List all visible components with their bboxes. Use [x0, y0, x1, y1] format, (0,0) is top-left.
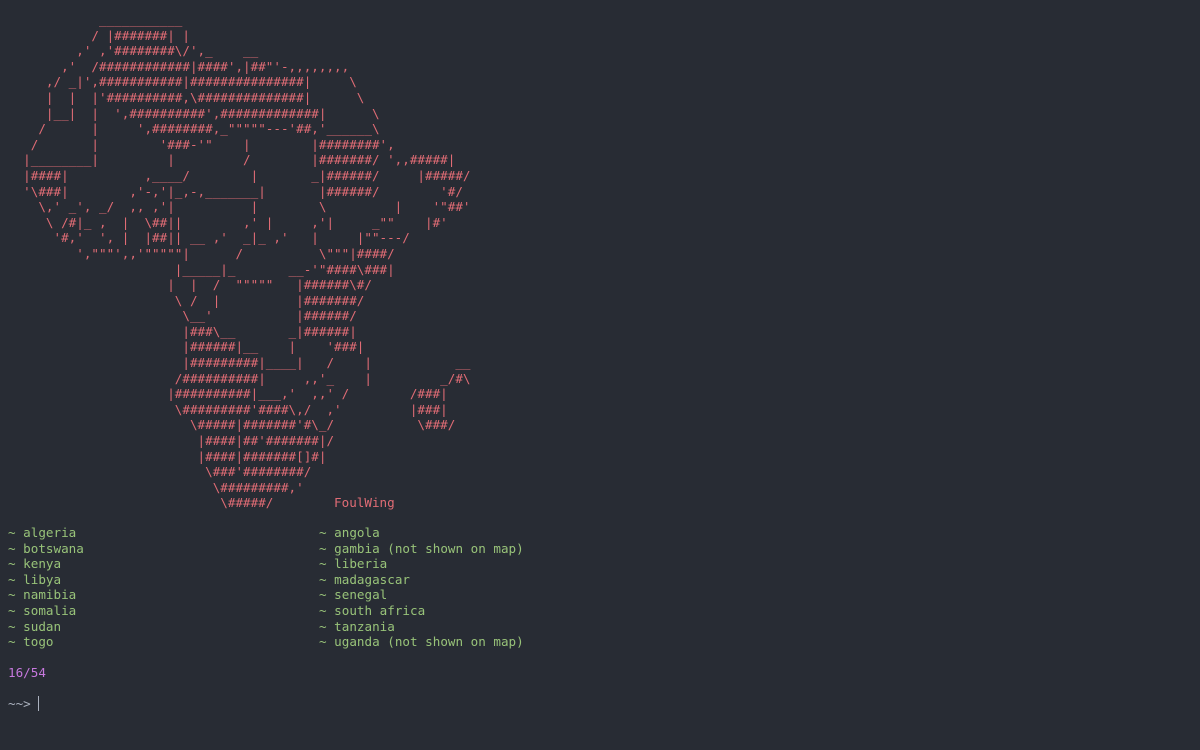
- country-entry: ~ sudan: [8, 618, 62, 634]
- country-entry: ~ botswana: [8, 540, 84, 556]
- country-entry: ~ tanzania: [319, 618, 395, 634]
- country-entry: ~ kenya: [8, 556, 62, 572]
- africa-ascii-map: ___________ / |#######| | ,' ,'########\…: [23, 12, 471, 511]
- country-entry: ~ angola: [319, 525, 380, 540]
- prompt-symbol: ~~>: [8, 696, 31, 711]
- country-entry: ~ uganda (not shown on map): [319, 634, 524, 650]
- country-entry: ~ somalia: [8, 602, 77, 618]
- country-entry: ~ liberia: [319, 556, 388, 572]
- country-entry: ~ libya: [8, 571, 62, 587]
- guessed-countries-list: ~ algeria ~ angola ~ botswana ~ gambia (…: [8, 525, 639, 650]
- country-entry: ~ namibia: [8, 587, 77, 603]
- country-entry: ~ algeria: [8, 525, 77, 540]
- country-entry: ~ south africa: [319, 602, 426, 618]
- country-entry: ~ senegal: [319, 587, 388, 603]
- text-cursor: [37, 696, 39, 712]
- terminal-window: ___________ / |#######| | ,' ,'########\…: [0, 0, 1200, 750]
- country-entry: ~ gambia (not shown on map): [319, 540, 524, 556]
- command-prompt[interactable]: ~~>: [8, 696, 39, 712]
- country-entry: ~ madagascar: [319, 571, 410, 587]
- country-entry: ~ togo: [8, 634, 54, 650]
- progress-counter: 16/54: [8, 665, 46, 680]
